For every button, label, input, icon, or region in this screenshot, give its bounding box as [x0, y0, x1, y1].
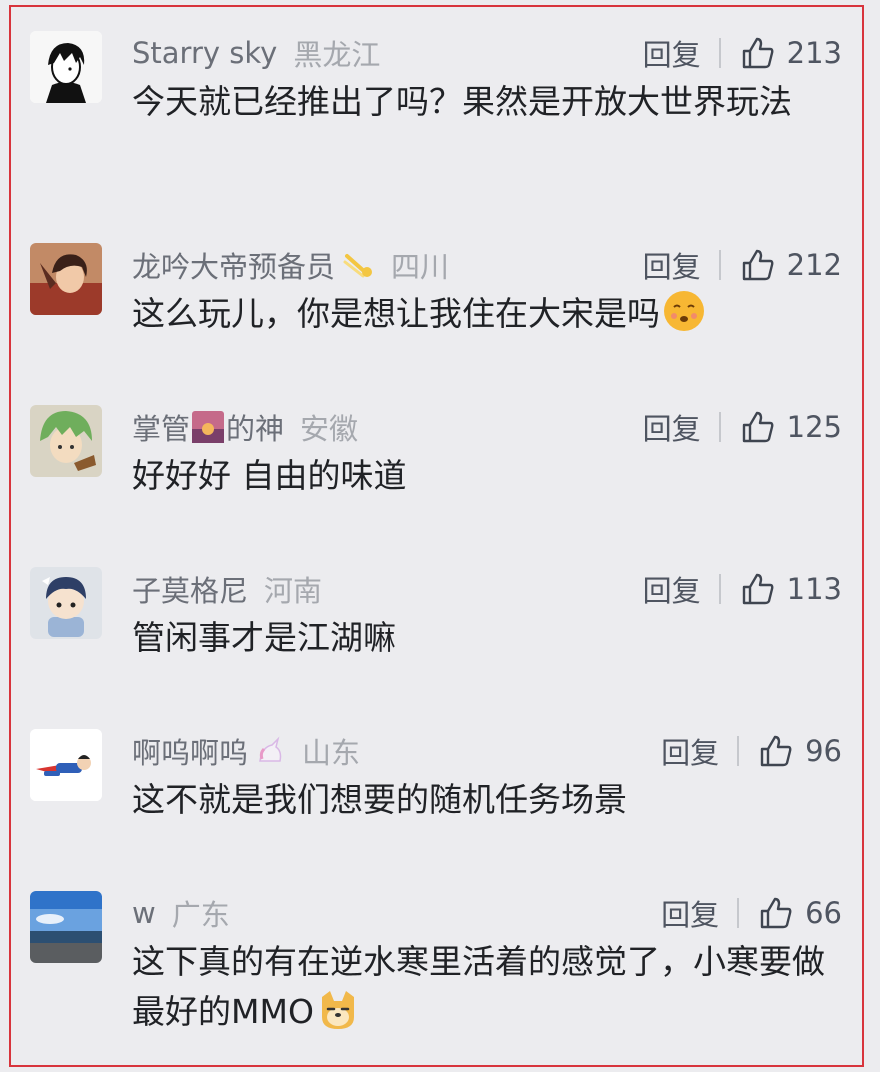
comment-list: Starry sky 黑龙江 回复 213 今天就已经推出了吗？果然是开放大世界…	[9, 5, 864, 1067]
thumbs-up-icon[interactable]	[741, 572, 775, 606]
anime-girl-icon	[30, 243, 102, 315]
comment-text: 管闲事才是江湖嘛	[132, 618, 396, 657]
reply-button[interactable]: 回复	[661, 730, 719, 772]
divider	[737, 898, 740, 928]
username[interactable]: 龙吟大帝预备员	[132, 244, 335, 286]
pout-face-emoji	[664, 291, 704, 331]
like-count: 113	[786, 572, 842, 606]
boy-portrait-icon	[30, 31, 102, 103]
location: 河南	[264, 574, 323, 608]
avatar[interactable]	[30, 891, 102, 963]
like-count: 96	[805, 734, 842, 768]
divider	[718, 574, 721, 604]
location: 四川	[391, 250, 450, 284]
comment-text: 这么玩儿，你是想让我住在大宋是吗	[132, 294, 660, 333]
avatar[interactable]	[30, 243, 102, 315]
like-count: 213	[786, 36, 842, 70]
location: 广东	[171, 898, 230, 932]
username[interactable]: 掌管	[132, 406, 190, 448]
comment-text: 今天就已经推出了吗？果然是开放大世界玩法	[132, 82, 792, 121]
chibi-doll-icon	[30, 567, 102, 639]
comment-text: 这不就是我们想要的随机任务场景	[132, 780, 627, 819]
avatar[interactable]	[30, 729, 102, 801]
username[interactable]: 子莫格尼	[132, 568, 248, 610]
thumbs-up-icon[interactable]	[741, 410, 775, 444]
divider	[737, 736, 740, 766]
username[interactable]: 啊呜啊呜	[132, 730, 248, 772]
thumbs-up-icon[interactable]	[741, 248, 775, 282]
thumbs-up-icon[interactable]	[759, 896, 793, 930]
beach-sky-icon	[30, 891, 102, 963]
thumbs-up-icon[interactable]	[741, 36, 775, 70]
unicorn-badge-icon	[259, 736, 282, 762]
star-badge-icon	[343, 254, 373, 278]
flying-hero-icon	[30, 729, 102, 801]
reply-button[interactable]: 回复	[643, 32, 701, 74]
divider	[718, 412, 721, 442]
username[interactable]: Starry sky	[132, 36, 277, 70]
like-count: 212	[786, 248, 842, 282]
username[interactable]: w	[132, 896, 156, 930]
location: 安徽	[300, 412, 359, 446]
sunset-emoji	[192, 411, 225, 443]
reply-button[interactable]: 回复	[643, 568, 701, 610]
avatar[interactable]	[30, 31, 102, 103]
location: 黑龙江	[293, 38, 381, 72]
doge-emoji	[321, 991, 354, 1029]
divider	[718, 38, 721, 68]
divider	[718, 250, 721, 280]
green-hair-anime-icon	[30, 405, 102, 477]
comment-text: 这下真的有在逆水寒里活着的感觉了，小寒要做最好的MMO	[132, 942, 825, 1031]
reply-button[interactable]: 回复	[643, 406, 701, 448]
avatar[interactable]	[30, 405, 102, 477]
avatar[interactable]	[30, 567, 102, 639]
comment-text: 好好好 自由的味道	[132, 456, 407, 495]
like-count: 125	[786, 410, 842, 444]
username-suffix[interactable]: 的神	[226, 406, 284, 448]
reply-button[interactable]: 回复	[643, 244, 701, 286]
location: 山东	[302, 736, 361, 770]
thumbs-up-icon[interactable]	[759, 734, 793, 768]
reply-button[interactable]: 回复	[661, 892, 719, 934]
like-count: 66	[805, 896, 842, 930]
